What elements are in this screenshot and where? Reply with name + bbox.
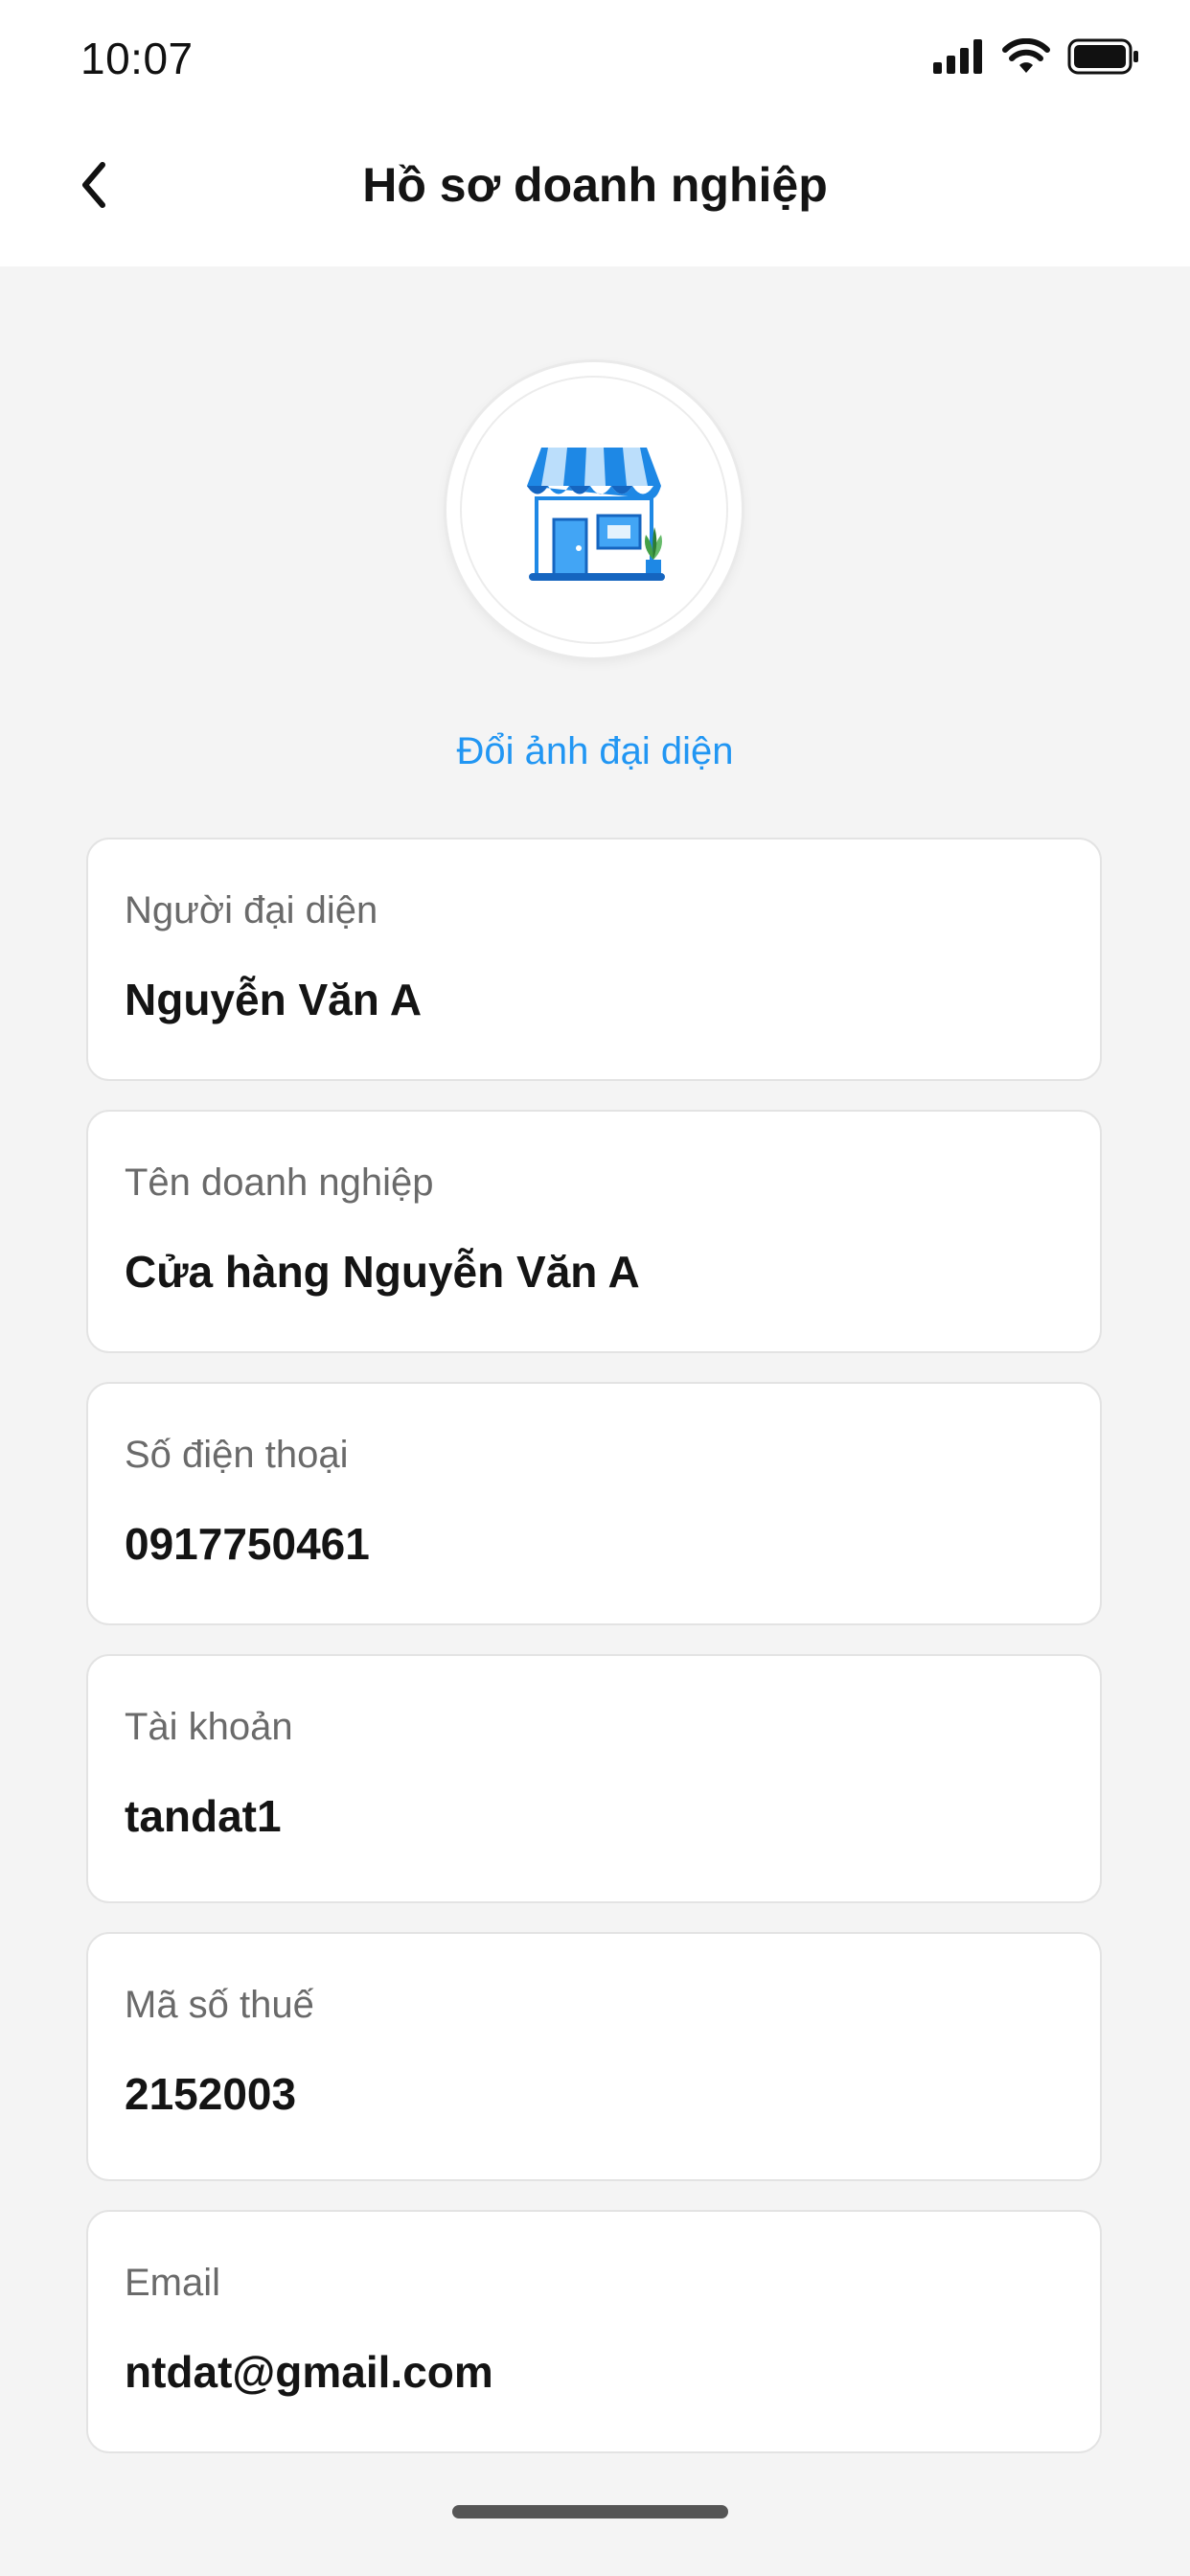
page-title: Hồ sơ doanh nghiệp — [362, 158, 828, 212]
field-label: Tên doanh nghiệp — [125, 1162, 434, 1204]
status-icons — [933, 37, 1140, 80]
status-time: 10:07 — [80, 34, 194, 83]
field-value: 0917750461 — [125, 1519, 370, 1569]
field-value: 2152003 — [125, 2069, 297, 2119]
avatar[interactable] — [446, 362, 742, 657]
cellular-signal-icon — [933, 39, 985, 79]
field-value: ntdat@gmail.com — [125, 2347, 493, 2397]
home-indicator[interactable] — [452, 2505, 728, 2518]
field-value: Nguyễn Văn A — [125, 975, 423, 1024]
battery-icon — [1067, 38, 1140, 80]
field-business-name[interactable]: Tên doanh nghiệp Cửa hàng Nguyễn Văn A — [86, 1110, 1102, 1353]
field-value: Cửa hàng Nguyễn Văn A — [125, 1247, 640, 1297]
field-label: Số điện thoại — [125, 1434, 349, 1476]
store-icon — [527, 448, 665, 581]
field-value: tandat1 — [125, 1791, 282, 1841]
field-phone[interactable]: Số điện thoại 0917750461 — [86, 1382, 1102, 1625]
field-label: Người đại diện — [125, 889, 378, 932]
field-tax-code[interactable]: Mã số thuế 2152003 — [86, 1932, 1102, 2181]
wifi-icon — [1002, 37, 1050, 80]
field-label: Email — [125, 2262, 221, 2304]
field-representative[interactable]: Người đại diện Nguyễn Văn A — [86, 838, 1102, 1081]
change-avatar-link[interactable]: Đổi ảnh đại diện — [0, 730, 1190, 773]
top-bar: 10:07 Hồ sơ doanh nghiệp — [0, 0, 1190, 266]
field-account[interactable]: Tài khoản tandat1 — [86, 1654, 1102, 1903]
field-email[interactable]: Email ntdat@gmail.com — [86, 2210, 1102, 2453]
field-label: Mã số thuế — [125, 1984, 314, 2026]
field-label: Tài khoản — [125, 1706, 293, 1748]
